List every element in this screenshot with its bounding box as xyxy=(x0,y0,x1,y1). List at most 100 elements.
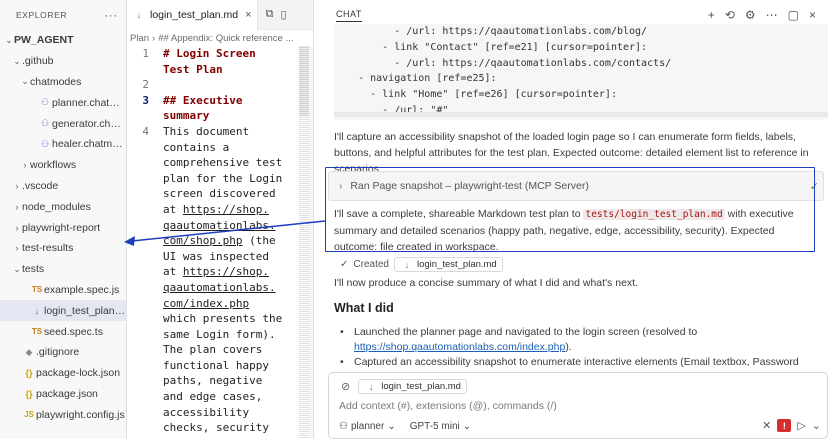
created-file-row: ✓ Created ↓ login_test_plan.md xyxy=(340,257,503,272)
maximize-icon[interactable]: ▢ xyxy=(788,8,799,22)
close-icon[interactable]: × xyxy=(809,8,816,22)
snapshot-scrollbar[interactable] xyxy=(334,112,828,117)
tree-folder[interactable]: ⌄ PW_AGENT xyxy=(0,30,126,51)
more-actions-icon[interactable]: ··· xyxy=(104,8,118,22)
code-link[interactable]: qaautomationlabs. xyxy=(163,281,276,294)
code-view[interactable]: 1 # Login Screen Test Plan 2 3 ## Executive su… xyxy=(127,46,299,439)
line-number xyxy=(127,311,163,327)
code-link[interactable]: com/index.php xyxy=(163,297,249,310)
assistant-message: I'll capture an accessibility snapshot o… xyxy=(334,131,809,175)
list-text: Launched the planner page and navigated … xyxy=(354,326,698,338)
chat-file-icon: ⚇ xyxy=(40,97,50,108)
send-icon[interactable]: ▷ xyxy=(797,419,805,432)
chevron-down-icon: ⌄ xyxy=(5,34,13,45)
code-line: The plan covers xyxy=(127,342,299,358)
line-number xyxy=(127,342,163,358)
tree-item-label: test-results xyxy=(22,242,74,255)
tree-folder[interactable]: ⌄ tests xyxy=(0,259,126,280)
code-line: at https://shop. xyxy=(127,264,299,280)
tree-folder[interactable]: › workflows xyxy=(0,155,126,176)
code-line: which presents the xyxy=(127,311,299,327)
code-link[interactable]: https://shop. xyxy=(183,203,269,216)
explorer-title: EXPLORER xyxy=(16,10,68,20)
line-number xyxy=(127,140,163,156)
code-line: 3 ## Executive xyxy=(127,93,299,109)
chevron-down-icon: ⌄ xyxy=(13,55,21,66)
tree-folder[interactable]: ⌄ chatmodes xyxy=(0,72,126,93)
attach-icon[interactable]: ⊘ xyxy=(341,380,350,393)
line-number xyxy=(127,373,163,389)
tree-file[interactable]: {} package.json xyxy=(0,384,126,405)
code-link[interactable]: https://shop. xyxy=(183,265,269,278)
chevron-right-icon: › xyxy=(15,180,19,191)
index-link[interactable]: https://shop.qaautomationlabs.com/index.… xyxy=(354,341,565,353)
tool-call-card[interactable]: › Ran Page snapshot – playwright-test (M… xyxy=(328,171,824,201)
code-line: plan for the Login xyxy=(127,171,299,187)
context-row: ⊘ ↓ login_test_plan.md xyxy=(341,379,467,394)
code-line: functional happy xyxy=(127,358,299,374)
mode-picker[interactable]: ⚇ planner ⌄ xyxy=(339,421,396,432)
line-number xyxy=(127,171,163,187)
list-item: • Launched the planner page and navigate… xyxy=(340,325,820,355)
created-file-name: login_test_plan.md xyxy=(416,259,497,270)
markdown-file-icon: ↓ xyxy=(404,259,410,270)
more-icon[interactable]: ⋯ xyxy=(766,8,778,22)
code-text: Test Plan xyxy=(163,62,223,76)
code-line: 2 xyxy=(127,77,299,93)
tree-folder[interactable]: › playwright-report xyxy=(0,217,126,238)
code-line: summary xyxy=(127,108,299,124)
chevron-down-icon[interactable]: ⌄ xyxy=(812,419,821,432)
attached-file-chip[interactable]: ↓ login_test_plan.md xyxy=(358,379,467,394)
json-file-icon: {} xyxy=(25,368,33,379)
breadcrumb-item-appendix[interactable]: ## Appendix: Quick reference ... xyxy=(158,33,293,44)
markdown-file-icon: ↓ xyxy=(368,381,374,392)
tree-file[interactable]: ⚇ generator.chat... xyxy=(0,113,126,134)
model-picker[interactable]: GPT-5 mini ⌄ xyxy=(410,421,471,432)
tree-file[interactable]: ⚇ healer.chatmo... xyxy=(0,134,126,155)
tree-folder[interactable]: › .vscode xyxy=(0,176,126,197)
breadcrumb-separator: › xyxy=(152,32,156,44)
tree-file[interactable]: ⚇ planner.chatm... xyxy=(0,92,126,113)
close-icon[interactable]: × xyxy=(245,9,251,21)
list-text-end: ). xyxy=(565,341,572,353)
new-chat-icon[interactable]: + xyxy=(708,8,715,22)
line-number xyxy=(127,327,163,343)
editor-tabbar: ↓ login_test_plan.md × ⧉ ▯ xyxy=(127,0,313,30)
line-number xyxy=(127,218,163,234)
tree-file[interactable]: ◆ .gitignore xyxy=(0,342,126,363)
line-number xyxy=(127,108,163,124)
warning-icon[interactable]: ! xyxy=(777,419,792,432)
tree-folder[interactable]: ⌄ .github xyxy=(0,51,126,72)
chat-input[interactable] xyxy=(339,400,739,412)
tree-folder[interactable]: › node_modules xyxy=(0,196,126,217)
gear-icon[interactable]: ⚙ xyxy=(745,8,756,22)
code-line: 4 This document xyxy=(127,124,299,140)
check-icon: ✓ xyxy=(809,180,819,193)
code-link[interactable]: com/shop.php xyxy=(163,234,242,247)
tree-file[interactable]: {} package-lock.json xyxy=(0,363,126,384)
tree-file[interactable]: JS playwright.config.js xyxy=(0,404,126,425)
code-text: at https://shop. xyxy=(163,265,269,279)
code-text: paths, negative xyxy=(163,374,263,388)
code-line: com/index.php xyxy=(127,296,299,312)
tab-login-test-plan[interactable]: ↓ login_test_plan.md × xyxy=(127,0,258,30)
minimap-slider[interactable] xyxy=(299,46,309,116)
tree-file[interactable]: TS example.spec.js xyxy=(0,280,126,301)
tree-file[interactable]: ↓ login_test_plan.md xyxy=(0,300,126,322)
tools-icon[interactable]: ✕ xyxy=(762,419,771,432)
split-editor-icon[interactable]: ▯ xyxy=(280,8,286,21)
open-preview-icon[interactable]: ⧉ xyxy=(266,8,274,21)
tree-item-label: healer.chatmo... xyxy=(52,138,126,151)
code-text: ## Executive xyxy=(163,93,243,107)
code-link[interactable]: qaautomationlabs. xyxy=(163,219,276,232)
line-number xyxy=(127,358,163,374)
attached-file-name: login_test_plan.md xyxy=(381,381,461,392)
code-line: and edge cases, xyxy=(127,389,299,405)
breadcrumb-item-plan[interactable]: Plan xyxy=(130,33,149,44)
created-file-chip[interactable]: ↓ login_test_plan.md xyxy=(393,257,503,272)
tree-folder[interactable]: › test-results xyxy=(0,238,126,259)
chat-title[interactable]: CHAT xyxy=(336,9,362,22)
history-icon[interactable]: ⟲ xyxy=(725,8,735,22)
tree-file[interactable]: TS seed.spec.ts xyxy=(0,321,126,342)
